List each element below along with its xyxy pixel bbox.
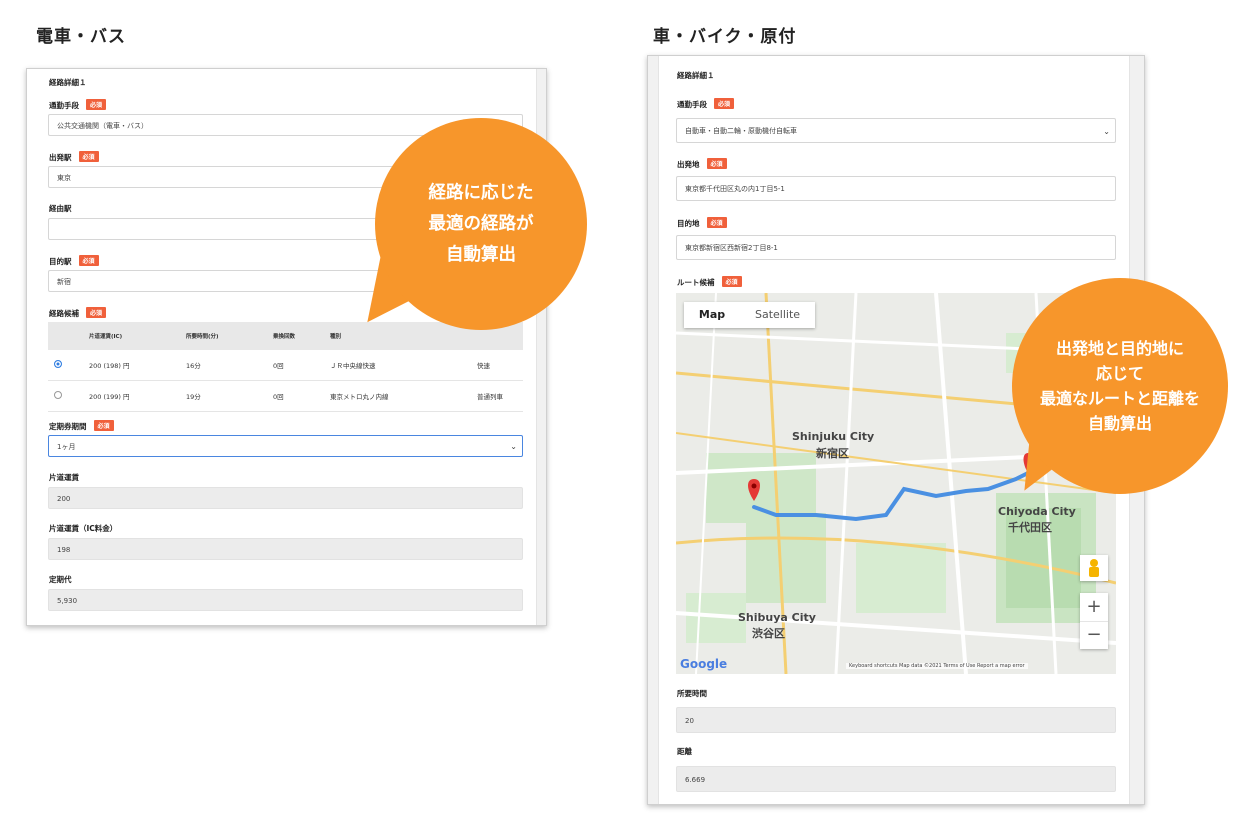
- callout-line: 応じて: [1095, 364, 1144, 383]
- required-badge: 必須: [706, 158, 727, 169]
- kind-cell: 普通列車: [471, 380, 523, 412]
- distance-label: 距離: [677, 747, 692, 756]
- dest-label: 目的駅 必須: [49, 255, 99, 267]
- table-row[interactable]: 200 (199) 円 19分 0回 東京メトロ丸ノ内線 普通列車: [48, 380, 523, 412]
- required-badge: 必須: [86, 99, 107, 110]
- transfers-cell: 0回: [267, 350, 324, 381]
- col-fare: 片道運賃(IC): [83, 322, 180, 350]
- distance-field: 6.669: [676, 766, 1116, 792]
- time-label: 所要時間: [677, 689, 707, 698]
- period-label: 定期券期間 必須: [49, 420, 114, 432]
- required-badge: 必須: [706, 217, 727, 228]
- commute-method-select[interactable]: 自動車・自動二輪・原動機付自転車 ⌄: [676, 118, 1116, 143]
- left-section-title: 電車・バス: [36, 27, 126, 47]
- route-label: ルート候補 必須: [677, 276, 742, 288]
- callout-line: 最適なルートと距離を: [1039, 389, 1200, 408]
- map-type-toggle: Map Satellite: [684, 302, 815, 328]
- required-badge: 必須: [78, 255, 99, 266]
- depart-label: 出発駅 必須: [49, 151, 99, 163]
- line-cell: ＪＲ中央線快速: [324, 350, 471, 381]
- right-callout-bubble: 出発地と目的地に 応じて 最適なルートと距離を 自動算出: [1012, 278, 1228, 494]
- table-header-row: 片道運賃(IC) 所要時間(分) 乗換回数 種別: [48, 322, 523, 350]
- commute-label: 通勤手段 必須: [49, 99, 107, 111]
- route-candidates-table: 片道運賃(IC) 所要時間(分) 乗換回数 種別 200 (198) 円 16分…: [48, 322, 523, 412]
- map-label-shibuya-jp: 渋谷区: [752, 627, 785, 640]
- required-badge: 必須: [714, 98, 735, 109]
- line-cell: 東京メトロ丸ノ内線: [324, 380, 471, 412]
- fare-cell: 200 (198) 円: [83, 350, 180, 381]
- oneway-ic-label: 片道運賃（IC料金）: [49, 524, 118, 533]
- route-radio[interactable]: [54, 391, 62, 399]
- period-select[interactable]: 1ヶ月 ⌄: [48, 435, 523, 457]
- oneway-ic-fare-field: 198: [48, 538, 523, 560]
- candidates-label: 経路候補 必須: [49, 307, 107, 319]
- commute-label: 通勤手段 必須: [677, 98, 735, 110]
- required-badge: 必須: [93, 420, 114, 431]
- kind-cell: 快速: [471, 350, 523, 381]
- pass-label: 定期代: [49, 575, 72, 584]
- left-callout-bubble: 経路に応じた 最適の経路が 自動算出: [375, 118, 587, 330]
- chevron-down-icon: ⌄: [510, 442, 517, 451]
- required-badge: 必須: [721, 276, 742, 287]
- scrollbar-track-left: [648, 56, 659, 804]
- col-transfers: 乗換回数: [267, 322, 324, 350]
- fare-cell: 200 (199) 円: [83, 380, 180, 412]
- dest-address-input[interactable]: 東京都新宿区西新宿2丁目8-1: [676, 235, 1116, 260]
- callout-line: 出発地と目的地に: [1055, 339, 1184, 358]
- map-footer[interactable]: Keyboard shortcuts Map data ©2021 Terms …: [846, 663, 1028, 669]
- zoom-control: + −: [1080, 593, 1108, 649]
- depart-label: 出発地 必須: [677, 158, 727, 170]
- map-label-shibuya: Shibuya City: [738, 611, 816, 624]
- callout-line: 経路に応じた: [428, 182, 534, 203]
- callout-line: 最適の経路が: [428, 213, 534, 234]
- pegman-icon[interactable]: [1080, 555, 1108, 581]
- table-row[interactable]: 200 (198) 円 16分 0回 ＪＲ中央線快速 快速: [48, 350, 523, 381]
- callout-line: 自動算出: [446, 244, 516, 265]
- map-label-shinjuku-jp: 新宿区: [816, 447, 849, 460]
- transfers-cell: 0回: [267, 380, 324, 412]
- map-label-chiyoda: Chiyoda City: [998, 505, 1076, 518]
- required-badge: 必須: [86, 307, 107, 318]
- travel-time-field: 20: [676, 707, 1116, 733]
- commuter-pass-field: 5,930: [48, 589, 523, 611]
- route-detail-heading: 経路詳細１: [677, 71, 715, 80]
- tab-satellite[interactable]: Satellite: [740, 302, 815, 328]
- route-detail-heading: 経路詳細１: [49, 78, 87, 87]
- map-label-shinjuku: Shinjuku City: [792, 430, 875, 443]
- callout-line: 自動算出: [1087, 414, 1152, 433]
- map-label-chiyoda-jp: 千代田区: [1008, 521, 1052, 534]
- depart-address-input[interactable]: 東京都千代田区丸の内1丁目5-1: [676, 176, 1116, 201]
- dest-label: 目的地 必須: [677, 217, 727, 229]
- zoom-in-button[interactable]: +: [1080, 593, 1108, 621]
- right-section-title: 車・バイク・原付: [653, 27, 797, 47]
- time-cell: 16分: [180, 350, 267, 381]
- zoom-out-button[interactable]: −: [1080, 621, 1108, 650]
- via-label: 経由駅: [49, 204, 72, 213]
- route-radio-selected[interactable]: [54, 360, 62, 368]
- tab-map[interactable]: Map: [684, 302, 740, 328]
- oneway-label: 片道運賃: [49, 473, 79, 482]
- chevron-down-icon: ⌄: [1103, 127, 1110, 136]
- oneway-fare-field: 200: [48, 487, 523, 509]
- required-badge: 必須: [78, 151, 99, 162]
- google-logo: Google: [680, 657, 728, 671]
- time-cell: 19分: [180, 380, 267, 412]
- col-time: 所要時間(分): [180, 322, 267, 350]
